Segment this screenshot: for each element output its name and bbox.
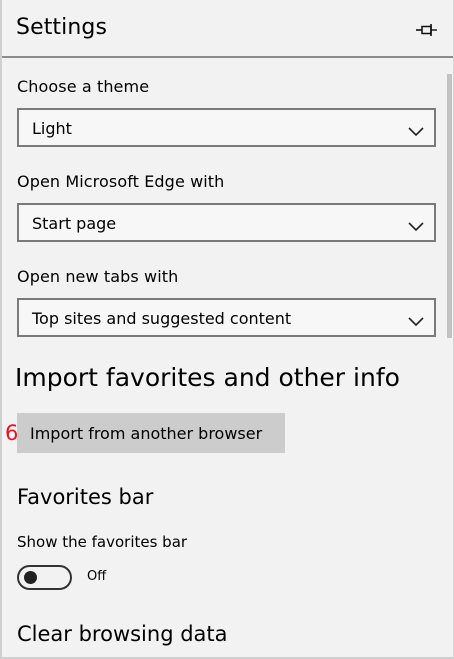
panel-left-border — [0, 0, 2, 659]
favorites-bar-toggle[interactable] — [17, 565, 72, 590]
clear-browsing-data-heading: Clear browsing data — [17, 622, 228, 646]
panel-title: Settings — [16, 15, 108, 40]
new-tabs-label: Open new tabs with — [17, 267, 179, 286]
header-divider — [2, 56, 453, 58]
import-heading: Import favorites and other info — [15, 363, 400, 392]
import-button-label: Import from another browser — [30, 424, 263, 443]
import-from-browser-button[interactable]: Import from another browser — [17, 413, 285, 453]
startup-dropdown-value: Start page — [32, 214, 117, 233]
favorites-bar-label: Show the favorites bar — [17, 533, 188, 551]
settings-panel: Settings Choose a theme Light Open Micro… — [0, 0, 454, 659]
chevron-down-icon — [408, 122, 424, 137]
favorites-bar-heading: Favorites bar — [17, 485, 154, 509]
pin-icon[interactable] — [414, 20, 440, 40]
new-tabs-dropdown-value: Top sites and suggested content — [32, 309, 292, 328]
startup-label: Open Microsoft Edge with — [17, 172, 225, 191]
theme-dropdown[interactable]: Light — [17, 108, 436, 147]
theme-label: Choose a theme — [17, 77, 150, 96]
theme-dropdown-value: Light — [32, 119, 72, 138]
new-tabs-dropdown[interactable]: Top sites and suggested content — [17, 298, 436, 337]
startup-dropdown[interactable]: Start page — [17, 203, 436, 242]
chevron-down-icon — [408, 217, 424, 232]
scrollbar[interactable] — [447, 74, 452, 338]
annotation-marker: 6 — [5, 421, 19, 445]
chevron-down-icon — [408, 312, 424, 327]
toggle-state-label: Off — [87, 569, 107, 584]
toggle-knob — [24, 571, 37, 584]
